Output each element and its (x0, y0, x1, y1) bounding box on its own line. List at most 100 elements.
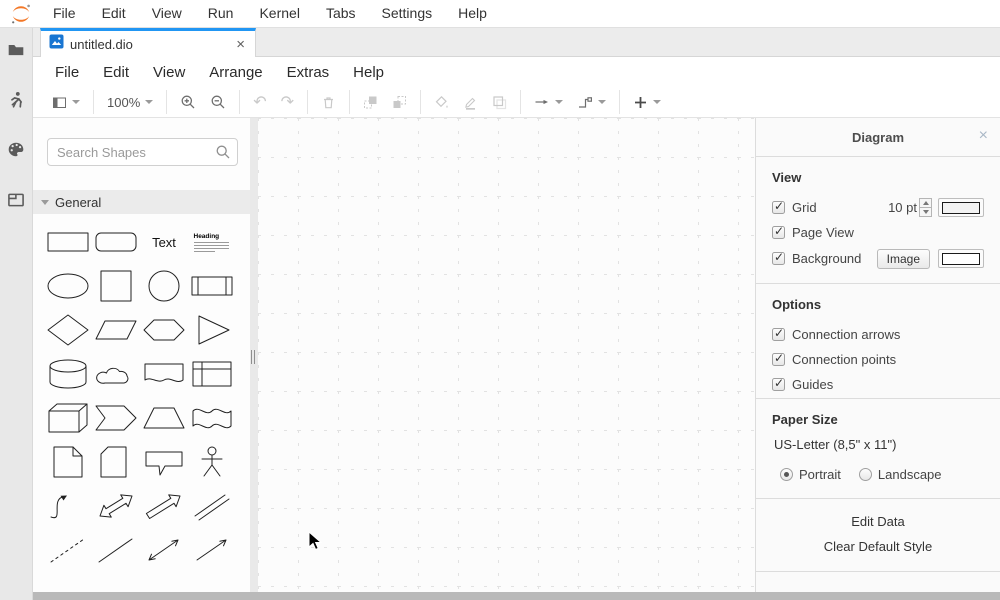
shape-triangle[interactable] (188, 308, 236, 352)
menu-help[interactable]: Help (445, 0, 500, 27)
landscape-radio[interactable] (859, 468, 872, 481)
drawio-menu-help[interactable]: Help (341, 64, 396, 81)
line-color-button[interactable] (456, 90, 485, 114)
shape-rectangle[interactable] (44, 220, 92, 264)
delete-button[interactable] (314, 90, 343, 114)
grid-row: Grid 10 pt (772, 195, 984, 220)
section-general[interactable]: General (33, 190, 250, 214)
background-row: Background Image (772, 245, 984, 272)
format-panel-close-icon[interactable]: × (979, 128, 988, 144)
file-browser-icon[interactable] (6, 40, 26, 60)
stepper-up-icon[interactable] (920, 199, 931, 208)
waypoint-style-dropdown[interactable] (570, 90, 613, 114)
panel-resize-gutter[interactable] (250, 118, 258, 592)
zoom-level-dropdown[interactable]: 100% (100, 90, 160, 114)
shape-cylinder[interactable] (44, 352, 92, 396)
zoom-in-button[interactable] (173, 90, 203, 114)
shape-square[interactable] (92, 264, 140, 308)
tab-untitled-dio[interactable]: untitled.dio × (40, 28, 256, 57)
orientation-row: Portrait Landscape (780, 462, 984, 486)
shadow-button[interactable] (485, 90, 514, 114)
shape-cube[interactable] (44, 396, 92, 440)
shape-bidirectional-connector[interactable] (140, 528, 188, 572)
shape-link[interactable] (188, 484, 236, 528)
insert-dropdown[interactable] (626, 90, 668, 114)
connection-arrows-row: Connection arrows (772, 322, 984, 347)
shape-card[interactable] (92, 440, 140, 484)
tab-title: untitled.dio (70, 37, 234, 52)
running-sessions-icon[interactable] (6, 90, 26, 110)
shape-note[interactable] (44, 440, 92, 484)
shape-textbox[interactable]: Heading (188, 220, 236, 264)
drawio-menu-extras[interactable]: Extras (275, 64, 342, 81)
connection-points-checkbox[interactable] (772, 353, 785, 366)
fill-color-button[interactable] (427, 90, 456, 114)
to-front-button[interactable] (356, 90, 385, 114)
menu-file[interactable]: File (40, 0, 89, 27)
view-heading: View (772, 170, 984, 185)
menu-view[interactable]: View (139, 0, 195, 27)
format-panel-title: Diagram (852, 130, 904, 145)
grid-checkbox[interactable] (772, 201, 785, 214)
background-color-button[interactable] (938, 249, 984, 268)
palette-icon[interactable] (6, 140, 26, 160)
menu-edit[interactable]: Edit (89, 0, 139, 27)
view-panels-button[interactable] (45, 90, 87, 114)
drawio-menu-edit[interactable]: Edit (91, 64, 141, 81)
zoom-out-button[interactable] (203, 90, 233, 114)
shape-bidirectional-arrow[interactable] (92, 484, 140, 528)
grid-color-button[interactable] (938, 198, 984, 217)
menu-settings[interactable]: Settings (369, 0, 446, 27)
shape-actor[interactable] (188, 440, 236, 484)
chevron-down-icon (555, 100, 563, 104)
edit-data-link[interactable]: Edit Data (756, 509, 1000, 534)
shape-directional-connector[interactable] (188, 528, 236, 572)
undo-button[interactable]: ↶ (246, 90, 273, 114)
shape-diamond[interactable] (44, 308, 92, 352)
drawio-menu-arrange[interactable]: Arrange (197, 64, 274, 81)
shape-process[interactable] (188, 264, 236, 308)
shape-hexagon[interactable] (140, 308, 188, 352)
drawio-menu-file[interactable]: File (43, 64, 91, 81)
page-view-checkbox[interactable] (772, 226, 785, 239)
shape-step[interactable] (92, 396, 140, 440)
diagram-canvas[interactable] (258, 118, 755, 592)
shape-text[interactable]: Text (140, 220, 188, 264)
menu-kernel[interactable]: Kernel (246, 0, 312, 27)
grid-size-stepper[interactable] (919, 198, 932, 217)
shape-tape[interactable] (188, 396, 236, 440)
shape-dashed-line[interactable] (44, 528, 92, 572)
guides-checkbox[interactable] (772, 378, 785, 391)
shape-ellipse[interactable] (44, 264, 92, 308)
shape-line[interactable] (92, 528, 140, 572)
shape-rounded-rectangle[interactable] (92, 220, 140, 264)
redo-button[interactable]: ↷ (274, 90, 301, 114)
menu-tabs[interactable]: Tabs (313, 0, 369, 27)
shape-arrow[interactable] (140, 484, 188, 528)
connection-style-dropdown[interactable] (527, 90, 570, 114)
jupyter-logo-icon (10, 3, 32, 25)
shape-curve[interactable] (44, 484, 92, 528)
portrait-radio[interactable] (780, 468, 793, 481)
to-back-button[interactable] (385, 90, 414, 114)
paper-size-value[interactable]: US-Letter (8,5" x 11") (774, 437, 984, 452)
stepper-down-icon[interactable] (920, 208, 931, 216)
shape-parallelogram[interactable] (92, 308, 140, 352)
shape-circle[interactable] (140, 264, 188, 308)
shape-internal-storage[interactable] (188, 352, 236, 396)
connection-arrows-checkbox[interactable] (772, 328, 785, 341)
shape-search-input[interactable] (47, 138, 238, 166)
search-icon[interactable] (215, 144, 231, 165)
drawio-menu-view[interactable]: View (141, 64, 197, 81)
menu-run[interactable]: Run (195, 0, 247, 27)
shape-cloud[interactable] (92, 352, 140, 396)
shape-trapezoid[interactable] (140, 396, 188, 440)
chevron-down-icon (653, 100, 661, 104)
clear-default-style-link[interactable]: Clear Default Style (756, 534, 1000, 559)
open-tabs-icon[interactable] (6, 190, 26, 210)
background-image-button[interactable]: Image (877, 249, 930, 269)
background-checkbox[interactable] (772, 252, 785, 265)
shape-document[interactable] (140, 352, 188, 396)
tab-close-icon[interactable]: × (234, 37, 247, 52)
shape-callout[interactable] (140, 440, 188, 484)
